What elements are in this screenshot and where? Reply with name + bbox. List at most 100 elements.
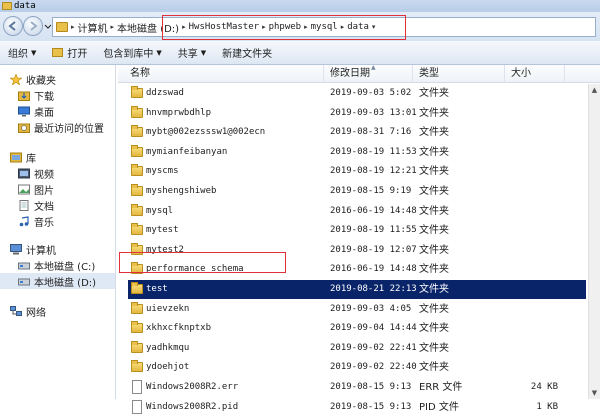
file-row[interactable]: yadhkmqu 2019-09-02 22:41 文件夹: [128, 339, 586, 358]
file-name: myscms: [146, 166, 179, 177]
file-row[interactable]: mysql 2016-06-19 14:48 文件夹: [128, 202, 586, 221]
desktop-icon: [18, 106, 30, 117]
file-row[interactable]: myshengshiweb 2019-08-15 9:19 文件夹: [128, 182, 586, 201]
new-folder-button[interactable]: 新建文件夹: [214, 42, 280, 64]
file-row[interactable]: uievzekn 2019-09-03 4:05 文件夹: [128, 300, 586, 319]
nav-network[interactable]: 网络: [10, 303, 46, 319]
command-toolbar: 组织 ▼ 打开 包含到库中 ▼ 共享 ▼ 新建文件夹: [0, 41, 600, 65]
file-name: mytest: [146, 225, 179, 236]
file-icon: [132, 380, 142, 394]
vertical-scrollbar[interactable]: ▲ ▼: [588, 84, 600, 399]
file-row[interactable]: Windows2008R2.pid 2019-08-15 9:13 PID 文件 1 …: [128, 398, 586, 417]
recent-places-icon: [18, 122, 30, 133]
breadcrumb-separator-icon[interactable]: ▸: [111, 23, 115, 31]
file-type: 文件夹: [419, 127, 449, 139]
breadcrumb-item[interactable]: 计算机: [78, 20, 108, 35]
organize-button[interactable]: 组织 ▼: [0, 42, 44, 64]
file-modified-date: 2019-09-03 13:01: [330, 107, 417, 118]
file-size: 24 KB: [530, 382, 558, 392]
folder-icon: [131, 301, 143, 314]
column-header-type[interactable]: 类型: [413, 65, 505, 83]
navigation-pane: 收藏夹 下载 桌面 最近访问的位置 库 视频 图片 文档 音乐 计算机 本地磁盘…: [0, 65, 116, 399]
folder-icon: [131, 203, 143, 216]
file-name: mysql: [146, 205, 174, 216]
nav-downloads[interactable]: 下载: [18, 87, 54, 103]
column-header-modified[interactable]: 修改日期: [324, 65, 413, 83]
star-icon: [9, 72, 23, 86]
folder-icon: [131, 184, 143, 196]
file-name: ydoehjot: [146, 362, 190, 373]
file-row[interactable]: ydoehjot 2019-09-02 22:40 文件夹: [128, 358, 586, 377]
file-row[interactable]: mybt@002ezsssw1@002ecn 2019-08-31 7:16 文件夹: [128, 123, 586, 142]
window-titlebar: data: [0, 0, 600, 12]
include-in-library-button[interactable]: 包含到库中 ▼: [95, 42, 169, 64]
folder-icon: [131, 86, 143, 98]
nav-desktop[interactable]: 桌面: [18, 103, 54, 119]
column-header-name[interactable]: 名称: [124, 65, 324, 83]
download-folder-icon: [18, 90, 30, 101]
nav-music[interactable]: 音乐: [18, 213, 54, 229]
file-name: yadhkmqu: [146, 342, 190, 353]
folder-icon: [131, 321, 143, 334]
nav-disk-d[interactable]: 本地磁盘 (D:): [0, 273, 115, 289]
folder-icon: [131, 164, 143, 177]
file-type: 文件夹: [419, 205, 449, 217]
video-icon: [18, 168, 30, 179]
file-type: 文件夹: [419, 362, 449, 374]
file-row[interactable]: mytest 2019-08-19 11:55 文件夹: [128, 221, 586, 240]
file-modified-date: 2019-08-21 22:13: [330, 284, 417, 294]
file-row[interactable]: mymianfeibanyan 2019-08-19 11:53 文件夹: [128, 143, 586, 162]
file-type: 文件夹: [419, 107, 449, 119]
file-row[interactable]: ddzswad 2019-09-03 5:02 文件夹: [128, 84, 586, 103]
file-type: 文件夹: [419, 244, 449, 256]
nav-libraries[interactable]: 库: [10, 149, 36, 165]
scroll-up-icon[interactable]: ▲: [589, 84, 600, 96]
recent-pages-dropdown-icon[interactable]: [44, 24, 52, 30]
file-type: 文件夹: [419, 342, 449, 354]
chevron-down-icon: ▼: [200, 48, 207, 57]
file-modified-date: 2019-09-02 22:41: [330, 342, 417, 353]
file-type: 文件夹: [419, 146, 449, 158]
file-name: hnvmprwbdhlp: [146, 107, 212, 118]
file-type: 文件夹: [419, 264, 449, 276]
column-headers: 名称 修改日期 类型 大小 ▲: [118, 64, 600, 83]
breadcrumb-separator-icon[interactable]: ▸: [71, 23, 75, 31]
file-modified-date: 2019-09-04 14:44: [330, 323, 417, 334]
file-row[interactable]: xkhxcfknptxb 2019-09-04 14:44 文件夹: [128, 319, 586, 338]
file-type: 文件夹: [419, 225, 449, 237]
folder-icon: [131, 144, 143, 157]
file-modified-date: 2019-08-19 12:07: [330, 244, 417, 255]
nav-disk-c[interactable]: 本地磁盘 (C:): [18, 257, 95, 273]
file-type: 文件夹: [419, 323, 449, 335]
folder-icon: [131, 223, 143, 236]
sort-arrow-icon: ▲: [371, 64, 376, 71]
network-icon: [10, 305, 22, 317]
column-header-size[interactable]: 大小: [505, 65, 565, 83]
file-modified-date: 2019-08-15 9:13: [330, 401, 412, 412]
annotation-highlight-box: [119, 252, 286, 273]
file-type: 文件夹: [419, 284, 449, 295]
file-row[interactable]: myscms 2019-08-19 12:21 文件夹: [128, 162, 586, 181]
nav-recent-places[interactable]: 最近访问的位置: [18, 119, 104, 135]
nav-pictures[interactable]: 图片: [18, 181, 54, 197]
nav-videos[interactable]: 视频: [18, 165, 54, 181]
forward-button[interactable]: [23, 16, 43, 36]
scroll-down-icon[interactable]: ▼: [589, 387, 600, 399]
back-button[interactable]: [3, 16, 23, 36]
drive-icon: [18, 276, 30, 287]
open-button[interactable]: 打开: [44, 42, 95, 64]
nav-favorites[interactable]: 收藏夹: [9, 71, 56, 87]
window-title: data: [14, 1, 36, 11]
file-row[interactable]: Windows2008R2.err 2019-08-15 9:13 ERR 文件 24…: [128, 378, 586, 397]
file-row[interactable]: hnvmprwbdhlp 2019-09-03 13:01 文件夹: [128, 104, 586, 123]
file-name: ddzswad: [146, 88, 184, 98]
file-modified-date: 2019-08-19 11:55: [330, 225, 417, 236]
folder-icon: [56, 22, 68, 32]
file-row[interactable]: test 2019-08-21 22:13 文件夹: [128, 280, 586, 299]
file-type: 文件夹: [419, 186, 449, 197]
folder-icon: [131, 360, 143, 373]
computer-icon: [10, 243, 22, 255]
nav-computer[interactable]: 计算机: [10, 241, 56, 257]
share-button[interactable]: 共享 ▼: [170, 42, 214, 64]
nav-documents[interactable]: 文档: [18, 197, 54, 213]
